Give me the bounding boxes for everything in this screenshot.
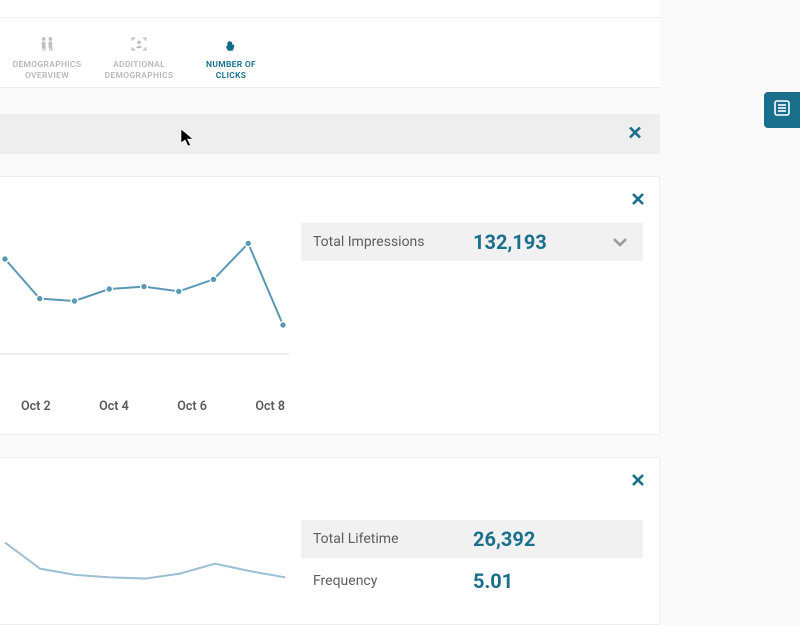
lifetime-stats: Total Lifetime 26,392 Frequency 5.01	[301, 520, 643, 604]
tab-label: NUMBER OF CLICKS	[196, 60, 266, 81]
stat-row-frequency: Frequency 5.01	[301, 562, 643, 600]
stat-value: 5.01	[473, 569, 631, 593]
stat-value: 132,193	[473, 230, 609, 254]
close-icon[interactable]	[628, 125, 642, 144]
close-icon[interactable]	[631, 472, 645, 491]
close-icon[interactable]	[631, 191, 645, 210]
stat-label: Total Impressions	[313, 234, 473, 250]
x-tick: Oct 2	[21, 399, 51, 414]
tab-bar: DEMOGRAPHICS OVERVIEW ADDITIONAL DEMOGRA…	[0, 18, 660, 87]
tab-label: DEMOGRAPHICS OVERVIEW	[12, 60, 82, 81]
tab-label: ADDITIONAL DEMOGRAPHICS	[104, 60, 174, 81]
x-axis: Oct 2 Oct 4 Oct 6 Oct 8	[0, 393, 289, 414]
stat-value: 26,392	[473, 527, 631, 551]
tab-additional-demographics[interactable]: ADDITIONAL DEMOGRAPHICS	[104, 32, 174, 81]
x-tick: Oct 4	[99, 399, 129, 414]
impressions-chart	[0, 223, 289, 393]
stat-row-total-impressions: Total Impressions 132,193	[301, 223, 643, 261]
side-panel-button[interactable]	[764, 92, 800, 128]
impressions-panel: Oct 2 Oct 4 Oct 6 Oct 8 Total Impression…	[0, 176, 660, 435]
x-tick: Oct 6	[177, 399, 207, 414]
scan-icon	[127, 32, 151, 56]
stat-row-total-lifetime: Total Lifetime 26,392	[301, 520, 643, 558]
stat-label: Frequency	[313, 573, 473, 589]
tab-number-of-clicks[interactable]: NUMBER OF CLICKS	[196, 32, 266, 81]
chevron-down-icon[interactable]	[609, 231, 631, 253]
click-icon	[219, 32, 243, 56]
x-tick: Oct 8	[255, 399, 285, 414]
tab-demographics-overview[interactable]: DEMOGRAPHICS OVERVIEW	[12, 32, 82, 81]
stat-label: Total Lifetime	[313, 531, 473, 547]
lifetime-chart	[0, 520, 289, 590]
list-icon	[773, 99, 791, 121]
filter-band	[0, 114, 660, 154]
impressions-stats: Total Impressions 132,193	[301, 223, 643, 265]
people-icon	[35, 32, 59, 56]
